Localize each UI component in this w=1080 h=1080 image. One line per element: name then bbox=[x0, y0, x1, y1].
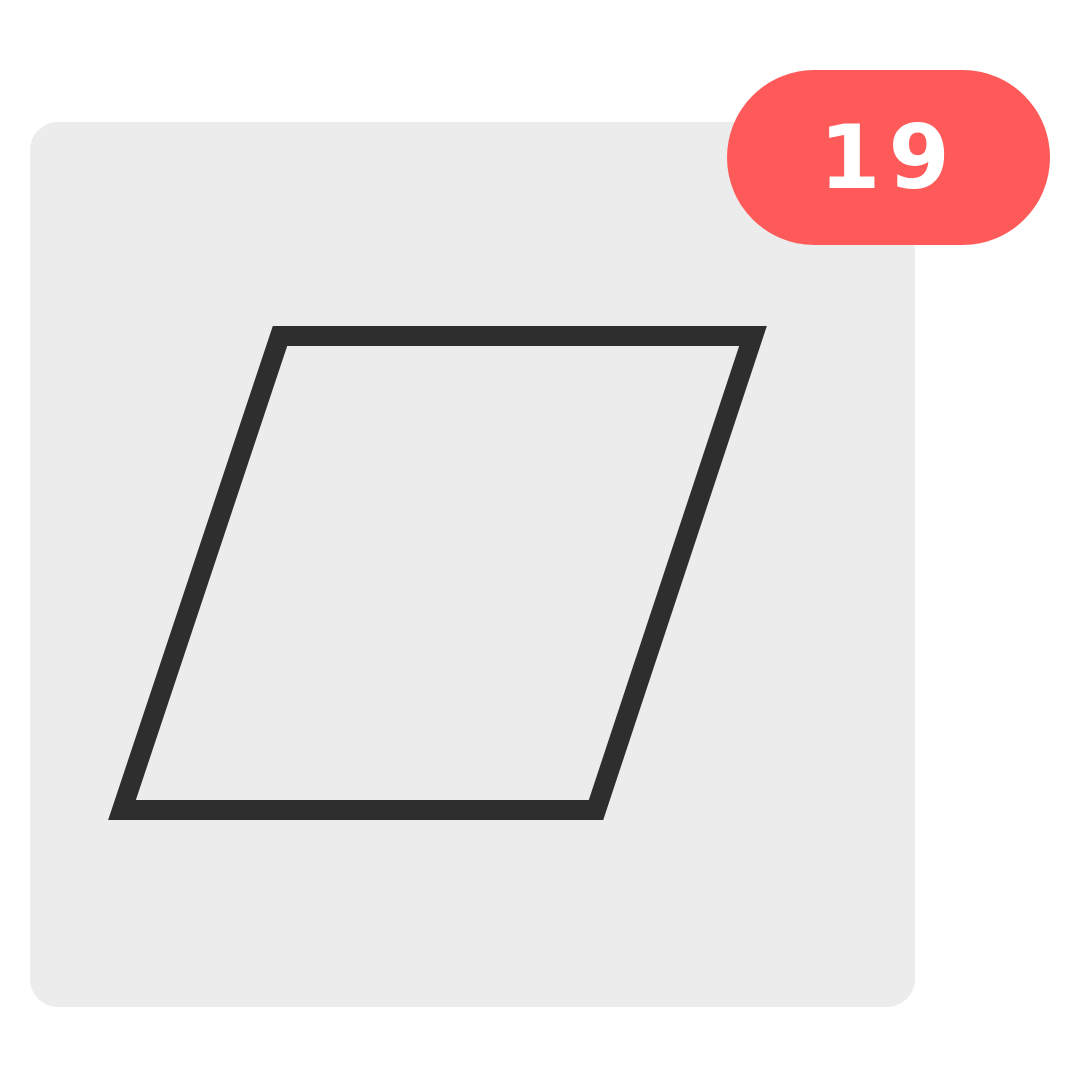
badge-count: 19 bbox=[819, 105, 958, 209]
canvas: 19 bbox=[0, 0, 1080, 1080]
shape-card[interactable] bbox=[30, 122, 915, 1007]
parallelogram-shape bbox=[108, 326, 767, 820]
count-badge: 19 bbox=[727, 70, 1050, 245]
parallelogram-icon bbox=[108, 326, 767, 820]
